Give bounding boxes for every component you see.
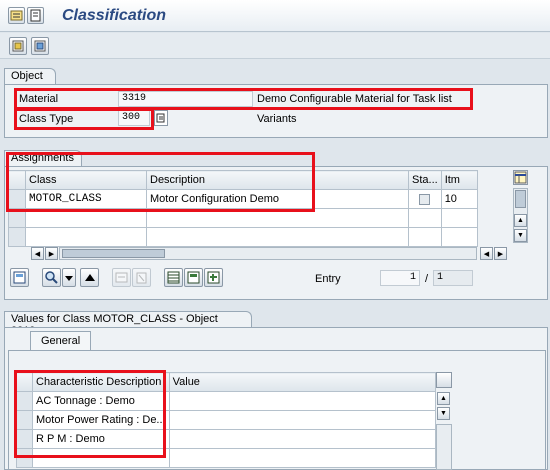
empty-cell xyxy=(408,208,442,228)
values-vertical-scrollbar[interactable] xyxy=(436,424,452,470)
value-cell[interactable] xyxy=(168,429,436,449)
insert-row-icon[interactable] xyxy=(112,268,131,287)
empty-cell[interactable] xyxy=(25,227,147,247)
detail-icon[interactable] xyxy=(10,268,29,287)
value-column-header[interactable]: Value xyxy=(168,372,436,392)
object-group-title: Object xyxy=(4,68,56,84)
tab-general[interactable]: General xyxy=(30,331,92,350)
scroll-up-icon[interactable]: ▲ xyxy=(514,214,527,227)
value-help-icon[interactable] xyxy=(154,110,168,126)
empty-cell[interactable] xyxy=(168,448,436,468)
highlight-class-type xyxy=(14,108,154,130)
scroll-left-icon[interactable]: ◀ xyxy=(480,247,493,260)
page-title: Classification xyxy=(62,7,167,24)
value-cell[interactable] xyxy=(168,410,436,430)
scroll-right-icon[interactable]: ▶ xyxy=(45,247,58,260)
item-cell: 10 xyxy=(440,189,478,209)
entry-label: Entry xyxy=(315,273,341,285)
entry-separator: / xyxy=(425,273,429,285)
empty-cell xyxy=(440,227,478,247)
status-checkbox[interactable] xyxy=(419,193,431,205)
row-selector[interactable] xyxy=(8,227,26,247)
find-dropdown-icon[interactable] xyxy=(62,268,76,287)
scroll-down-icon[interactable]: ▼ xyxy=(514,229,527,242)
empty-cell xyxy=(146,227,409,247)
scroll-down-icon[interactable]: ▼ xyxy=(437,407,450,420)
highlight-material xyxy=(14,88,473,110)
value-cell[interactable] xyxy=(168,391,436,411)
select-block-icon[interactable] xyxy=(204,268,223,287)
scroll-left-icon[interactable]: ◀ xyxy=(31,247,44,260)
values-settings-icon[interactable] xyxy=(436,372,452,388)
table-settings-icon[interactable] xyxy=(513,170,528,185)
highlight-assignments xyxy=(6,152,315,212)
scroll-right-icon[interactable]: ▶ xyxy=(494,247,507,260)
next-object-icon[interactable] xyxy=(31,37,49,55)
status-column-header[interactable]: Sta... xyxy=(408,170,442,190)
scroll-up-icon[interactable]: ▲ xyxy=(437,392,450,405)
empty-cell xyxy=(408,227,442,247)
scroll-thumb[interactable] xyxy=(515,190,526,208)
empty-cell xyxy=(440,208,478,228)
hscroll-thumb[interactable] xyxy=(62,249,165,258)
table-row[interactable] xyxy=(8,227,478,247)
status-cell[interactable] xyxy=(408,189,442,209)
save-layout-icon[interactable] xyxy=(27,7,44,24)
class-type-description: Variants xyxy=(257,113,297,125)
previous-object-icon[interactable] xyxy=(9,37,27,55)
entry-total: 1 xyxy=(433,270,473,286)
delete-row-icon[interactable] xyxy=(132,268,151,287)
item-column-header[interactable]: Itm xyxy=(440,170,478,190)
deselect-all-icon[interactable] xyxy=(184,268,203,287)
highlight-values xyxy=(14,370,166,458)
select-all-icon[interactable] xyxy=(164,268,183,287)
application-toolbar xyxy=(0,33,550,59)
find-icon[interactable] xyxy=(42,268,61,287)
find-next-icon[interactable] xyxy=(80,268,99,287)
menu-icon[interactable] xyxy=(8,7,25,24)
entry-field[interactable]: 1 xyxy=(380,270,420,286)
values-group-title: Values for Class MOTOR_CLASS - Object 33… xyxy=(4,311,252,337)
